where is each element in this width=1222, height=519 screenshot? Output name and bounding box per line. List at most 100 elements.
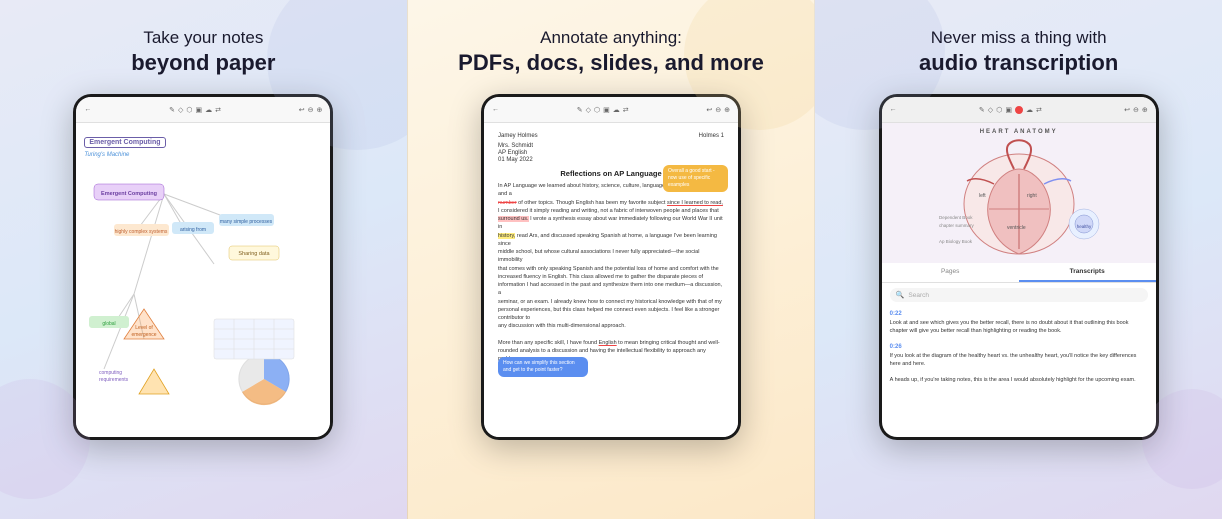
panel-2-title: Annotate anything: PDFs, docs, slides, a… bbox=[458, 28, 764, 76]
teacher-name: Mrs. Schmidt bbox=[498, 143, 724, 149]
pen-icon[interactable]: ✎ bbox=[169, 106, 175, 114]
audio-cloud-icon[interactable]: ☁ bbox=[1026, 106, 1033, 114]
transcript-text-2: If you look at the diagram of the health… bbox=[890, 352, 1148, 369]
grid-icon[interactable]: ▣ bbox=[195, 106, 202, 114]
transcript-time-2: 0:26 bbox=[890, 344, 1148, 350]
mm-main-title: Emergent Computing bbox=[84, 137, 165, 148]
transcript-entry-3: A heads up, if you're taking notes, this… bbox=[890, 376, 1148, 384]
search-icon: 🔍 bbox=[896, 291, 905, 299]
underline-english: English bbox=[599, 340, 617, 346]
panel-3-title-line1: Never miss a thing with bbox=[919, 28, 1118, 48]
transcript-entry-2: 0:26 If you look at the diagram of the h… bbox=[890, 344, 1148, 369]
device-1: ← ✎ ◇ ⬡ ▣ ☁ ⇄ ↩ ⊖ ⊕ Emergent Computing T… bbox=[73, 94, 333, 440]
tab-transcripts[interactable]: Transcripts bbox=[1019, 263, 1156, 282]
doc-highlight-icon[interactable]: ◇ bbox=[586, 106, 591, 114]
heart-diagram: HEART ANATOMY bbox=[882, 123, 1156, 263]
svg-text:arising from: arising from bbox=[180, 227, 206, 233]
mindmap-svg: Emergent Computing highly complex system… bbox=[84, 164, 328, 434]
back-icon[interactable]: ← bbox=[84, 106, 91, 113]
panel-2-title-line2: PDFs, docs, slides, and more bbox=[458, 50, 764, 76]
device-2-screen: ← ✎ ◇ ⬡ ▣ ☁ ⇄ ↩ ⊖ ⊕ Jamey Holmes Holmes … bbox=[484, 97, 738, 437]
panel-1-title-line1: Take your notes bbox=[131, 28, 275, 48]
doc-header: Jamey Holmes Holmes 1 bbox=[498, 133, 724, 139]
simplify-bubble: How can we simplify this section and get… bbox=[498, 357, 588, 377]
panel-notes: Take your notes beyond paper ← ✎ ◇ ⬡ ▣ ☁… bbox=[0, 0, 407, 519]
audio-shape-icon[interactable]: ◇ bbox=[988, 106, 993, 114]
doc-content: Jamey Holmes Holmes 1 Mrs. Schmidt AP En… bbox=[484, 123, 738, 437]
transcript-list: 0:22 Look at and see which gives you the… bbox=[882, 307, 1156, 437]
svg-text:right: right bbox=[1027, 193, 1037, 199]
device-2: ← ✎ ◇ ⬡ ▣ ☁ ⇄ ↩ ⊖ ⊕ Jamey Holmes Holmes … bbox=[481, 94, 741, 440]
audio-sync-icon[interactable]: ⇄ bbox=[1036, 106, 1042, 114]
cloud-icon[interactable]: ☁ bbox=[205, 106, 212, 114]
svg-text:Sharing data: Sharing data bbox=[239, 251, 271, 257]
audio-image-icon[interactable]: ⬡ bbox=[996, 106, 1002, 114]
svg-text:requirements: requirements bbox=[99, 377, 129, 383]
device-1-screen: ← ✎ ◇ ⬡ ▣ ☁ ⇄ ↩ ⊖ ⊕ Emergent Computing T… bbox=[76, 97, 330, 437]
image-icon[interactable]: ⬡ bbox=[186, 106, 192, 114]
doc-image-icon[interactable]: ⬡ bbox=[594, 106, 600, 114]
svg-text:highly complex systems: highly complex systems bbox=[115, 229, 168, 235]
doc-sync-icon[interactable]: ⇄ bbox=[623, 106, 629, 114]
audio-pen-icon[interactable]: ✎ bbox=[979, 106, 985, 114]
audio-zoom-in-icon[interactable]: ⊕ bbox=[1142, 106, 1148, 114]
heart-title: HEART ANATOMY bbox=[980, 129, 1058, 135]
panel-audio: Never miss a thing with audio transcript… bbox=[815, 0, 1222, 519]
comment-text: Overall a good start - now use of specif… bbox=[668, 168, 715, 188]
undo-icon[interactable]: ↩ bbox=[299, 106, 305, 114]
svg-text:ventricle: ventricle bbox=[1007, 225, 1026, 231]
simplify-text: How can we simplify this section and get… bbox=[503, 360, 575, 373]
tabs-container: Pages Transcripts bbox=[882, 263, 1156, 283]
device-3-screen: ← ✎ ◇ ⬡ ▣ ☁ ⇄ ↩ ⊖ ⊕ HEART ANATOMY bbox=[882, 97, 1156, 437]
doc-page: Holmes 1 bbox=[699, 133, 724, 139]
svg-text:computing: computing bbox=[99, 370, 122, 376]
heart-svg: left right ventricle healthy Dependent B… bbox=[919, 139, 1119, 259]
panel-3-title: Never miss a thing with audio transcript… bbox=[919, 28, 1118, 76]
doc-zoom-in-icon[interactable]: ⊕ bbox=[724, 106, 730, 114]
svg-text:global: global bbox=[103, 321, 116, 327]
search-placeholder: Search bbox=[908, 292, 929, 299]
panel-1-title: Take your notes beyond paper bbox=[131, 28, 275, 76]
doc-grid-icon[interactable]: ▣ bbox=[603, 106, 610, 114]
svg-text:healthy: healthy bbox=[1076, 224, 1091, 229]
audio-content: HEART ANATOMY bbox=[882, 123, 1156, 437]
mm-subtitle: Turing's Machine bbox=[84, 152, 322, 158]
sync-icon[interactable]: ⇄ bbox=[215, 106, 221, 114]
zoom-out-icon[interactable]: ⊖ bbox=[308, 106, 314, 114]
device-3: ← ✎ ◇ ⬡ ▣ ☁ ⇄ ↩ ⊖ ⊕ HEART ANATOMY bbox=[879, 94, 1159, 440]
mindmap-toolbar: ← ✎ ◇ ⬡ ▣ ☁ ⇄ ↩ ⊖ ⊕ bbox=[76, 97, 330, 123]
search-bar[interactable]: 🔍 Search bbox=[890, 288, 1148, 302]
svg-text:Ap Biology Book: Ap Biology Book bbox=[939, 239, 973, 244]
doc-back-icon[interactable]: ← bbox=[492, 106, 499, 113]
tab-pages[interactable]: Pages bbox=[882, 263, 1019, 282]
record-indicator bbox=[1015, 106, 1023, 114]
transcript-text-3: A heads up, if you're taking notes, this… bbox=[890, 376, 1148, 384]
highlight-yellow-1: history, bbox=[498, 233, 515, 239]
audio-undo-icon[interactable]: ↩ bbox=[1124, 106, 1130, 114]
transcript-time-1: 0:22 bbox=[890, 311, 1148, 317]
transcript-entry-1: 0:22 Look at and see which gives you the… bbox=[890, 311, 1148, 336]
audio-grid-icon[interactable]: ▣ bbox=[1005, 106, 1012, 114]
panel-3-title-line2: audio transcription bbox=[919, 50, 1118, 76]
doc-undo-icon[interactable]: ↩ bbox=[706, 106, 712, 114]
doc-pen-icon[interactable]: ✎ bbox=[577, 106, 583, 114]
shape-icon[interactable]: ◇ bbox=[178, 106, 183, 114]
svg-text:Level of: Level of bbox=[136, 325, 154, 331]
highlight-pink-1: surround us. bbox=[498, 216, 529, 222]
panel-annotate: Annotate anything: PDFs, docs, slides, a… bbox=[407, 0, 816, 519]
strikethrough-text: number bbox=[498, 200, 517, 206]
svg-text:emergence: emergence bbox=[132, 332, 157, 338]
panel-1-title-line2: beyond paper bbox=[131, 50, 275, 76]
audio-zoom-out-icon[interactable]: ⊖ bbox=[1133, 106, 1139, 114]
comment-bubble: Overall a good start - now use of specif… bbox=[663, 165, 728, 192]
doc-zoom-out-icon[interactable]: ⊖ bbox=[715, 106, 721, 114]
svg-text:Dependent Book: Dependent Book bbox=[939, 215, 973, 220]
doc-date: 01 May 2022 bbox=[498, 157, 724, 163]
audio-back-icon[interactable]: ← bbox=[890, 106, 897, 113]
audio-toolbar: ← ✎ ◇ ⬡ ▣ ☁ ⇄ ↩ ⊖ ⊕ bbox=[882, 97, 1156, 123]
doc-cloud-icon[interactable]: ☁ bbox=[613, 106, 620, 114]
doc-body: In AP Language we learned about history,… bbox=[498, 182, 724, 364]
svg-text:many simple processes: many simple processes bbox=[220, 219, 273, 225]
class-name: AP English bbox=[498, 150, 724, 156]
zoom-in-icon[interactable]: ⊕ bbox=[316, 106, 322, 114]
